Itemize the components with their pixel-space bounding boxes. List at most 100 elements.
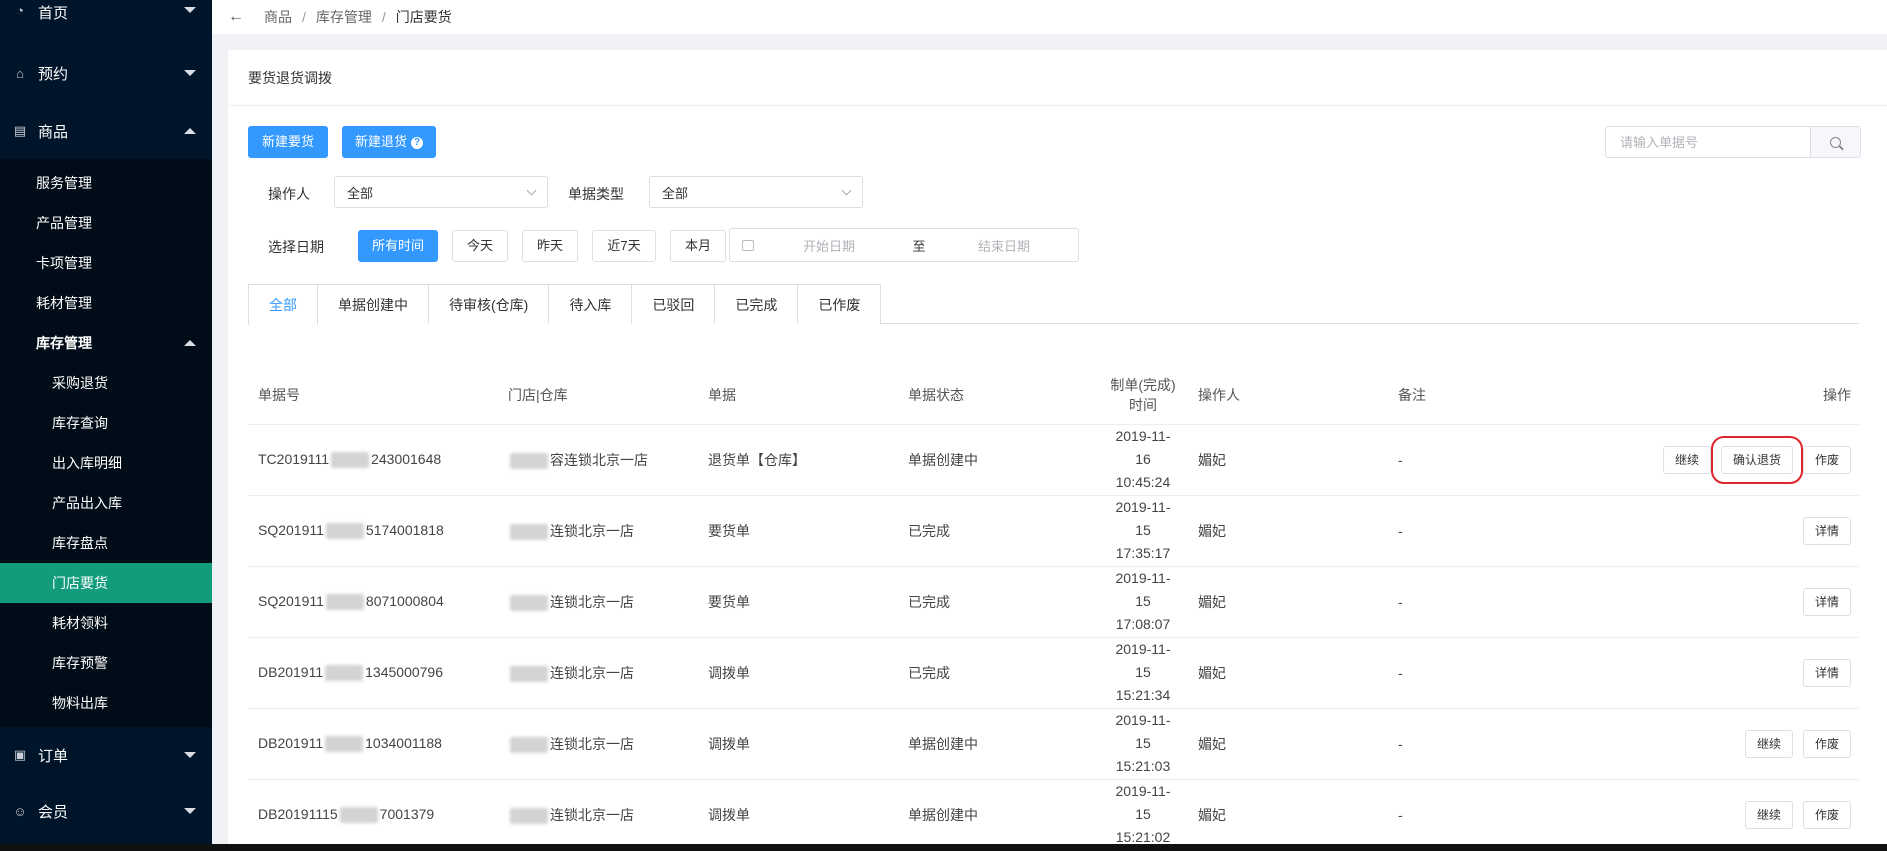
date-all-button[interactable]: 所有时间	[358, 230, 438, 262]
date-yesterday-button[interactable]: 昨天	[522, 230, 578, 262]
sidebar-item-stock-alert[interactable]: 库存预警	[0, 643, 212, 683]
void-button[interactable]: 作废	[1802, 445, 1851, 474]
cell-time: 2019-11-15 17:08:07	[1098, 566, 1188, 638]
cell-remark: -	[1388, 495, 1568, 567]
home-icon: ⌂	[16, 65, 24, 81]
search-button[interactable]	[1810, 127, 1860, 157]
date-month-button[interactable]: 本月	[670, 230, 726, 262]
cell-clock: 17:35:17	[1115, 545, 1171, 561]
tab-rejected[interactable]: 已驳回	[632, 284, 716, 324]
cell-remark: -	[1388, 708, 1568, 780]
confirm-return-button[interactable]: 确认退货	[1710, 435, 1803, 484]
breadcrumb-goods[interactable]: 商品	[264, 7, 292, 27]
cell-doc: 调拨单	[698, 708, 898, 780]
cell-date: 2019-11-15	[1115, 641, 1171, 680]
cell-store: 容连锁北京一店	[498, 424, 698, 496]
cell-operator: 媚妃	[1188, 424, 1388, 496]
chevron-down-icon	[841, 185, 852, 195]
search-input[interactable]	[1606, 127, 1810, 157]
nav-booking[interactable]: ⌂ 预约	[0, 45, 212, 101]
breadcrumb-stock[interactable]: 库存管理	[316, 7, 372, 27]
sidebar-item-purchase-return[interactable]: 采购退货	[0, 363, 212, 403]
date-today-button[interactable]: 今天	[452, 230, 508, 262]
tab-completed[interactable]: 已完成	[715, 284, 799, 324]
doc-no-suffix: 7001379	[379, 805, 435, 822]
continue-button[interactable]: 继续	[1744, 800, 1793, 829]
nav-home[interactable]: ◔ 首页	[0, 0, 212, 24]
cell-date: 2019-11-15	[1115, 499, 1171, 538]
start-date-input[interactable]: 开始日期	[754, 236, 904, 255]
page-title: 要货退货调拨	[228, 50, 1887, 106]
new-return-button[interactable]: 新建退货?	[342, 126, 436, 158]
col-time: 制单(完成)时间	[1098, 366, 1188, 425]
breadcrumb: ← 商品 / 库存管理 / 门店要货	[212, 0, 1887, 34]
chevron-down-icon	[526, 185, 537, 195]
date-7days-button[interactable]: 近7天	[592, 230, 656, 262]
cell-operator: 媚妃	[1188, 495, 1388, 567]
calendar-icon	[742, 239, 754, 251]
search-icon	[1830, 136, 1841, 148]
nav-members[interactable]: ☺ 会员	[0, 783, 212, 839]
sidebar-item-material-out[interactable]: 物料出库	[0, 683, 212, 723]
doc-no-suffix: 1345000796	[365, 663, 444, 680]
sidebar-item-card[interactable]: 卡项管理	[0, 243, 212, 283]
new-return-label: 新建退货	[354, 134, 407, 149]
sidebar-item-product[interactable]: 产品管理	[0, 203, 212, 243]
void-button[interactable]: 作废	[1802, 800, 1851, 829]
sidebar-item-stock-query[interactable]: 库存查询	[0, 403, 212, 443]
end-date-input[interactable]: 结束日期	[934, 236, 1074, 255]
date-range-picker[interactable]: 开始日期 至 结束日期	[729, 228, 1079, 262]
table-row: DB201911 1034001188 连锁北京一店 调拨单 单据创建中 2019-11-…	[248, 708, 1859, 780]
store-name: 连锁北京一店	[550, 522, 634, 539]
sidebar-item-inout-detail[interactable]: 出入库明细	[0, 443, 212, 483]
operator-select[interactable]: 全部	[334, 176, 548, 208]
breadcrumb-current: 门店要货	[395, 9, 452, 25]
cell-time: 2019-11-15 17:35:17	[1098, 495, 1188, 567]
void-button[interactable]: 作废	[1802, 729, 1851, 758]
sidebar-item-material-pick[interactable]: 耗材领料	[0, 603, 212, 643]
tab-creating[interactable]: 单据创建中	[318, 284, 429, 324]
status-tabs: 全部 单据创建中 待审核(仓库) 待入库 已驳回 已完成 已作废	[248, 284, 1859, 325]
detail-button[interactable]: 详情	[1802, 516, 1851, 545]
operator-label: 操作人	[268, 186, 310, 202]
tab-all[interactable]: 全部	[248, 284, 318, 325]
chevron-up-icon	[184, 340, 196, 346]
sidebar-item-service[interactable]: 服务管理	[0, 163, 212, 203]
cell-remark: -	[1388, 424, 1568, 496]
detail-button[interactable]: 详情	[1802, 658, 1851, 687]
cell-store: 连锁北京一店	[498, 495, 698, 567]
sidebar-item-stocktake[interactable]: 库存盘点	[0, 523, 212, 563]
nav-goods[interactable]: ▤ 商品	[0, 103, 212, 159]
continue-button[interactable]: 继续	[1662, 445, 1711, 474]
redacted-block	[510, 665, 548, 682]
nav-orders[interactable]: ▣ 订单	[0, 727, 212, 783]
store-name: 容连锁北京一店	[550, 451, 648, 468]
sidebar-item-product-inout[interactable]: 产品出入库	[0, 483, 212, 523]
tab-pending-review[interactable]: 待审核(仓库)	[429, 284, 550, 324]
cell-doc: 调拨单	[698, 637, 898, 709]
redacted-block	[325, 665, 364, 682]
redacted-block	[325, 523, 364, 540]
search-box	[1605, 126, 1861, 158]
sidebar-group-stock[interactable]: 库存管理	[0, 323, 212, 363]
document-icon: ▤	[13, 123, 27, 138]
tab-voided[interactable]: 已作废	[798, 284, 882, 324]
new-request-button[interactable]: 新建要货	[248, 126, 328, 158]
cell-doc-no: DB201911 1345000796	[248, 637, 498, 709]
help-icon[interactable]: ?	[411, 136, 423, 149]
cell-clock: 15:21:03	[1115, 758, 1171, 774]
cell-time: 2019-11-16 10:45:24	[1098, 424, 1188, 496]
redacted-block	[510, 807, 548, 824]
detail-button[interactable]: 详情	[1802, 587, 1851, 616]
cell-date: 2019-11-15	[1115, 570, 1171, 609]
continue-button[interactable]: 继续	[1744, 729, 1793, 758]
cell-clock: 15:21:34	[1115, 687, 1171, 703]
back-arrow-icon[interactable]: ←	[228, 8, 244, 26]
sidebar-item-consumables[interactable]: 耗材管理	[0, 283, 212, 323]
taskbar-edge	[0, 844, 1887, 851]
cell-actions: 详情	[1568, 637, 1859, 709]
sidebar-item-store-request[interactable]: 门店要货	[0, 563, 212, 603]
tab-pending-inbound[interactable]: 待入库	[549, 284, 633, 324]
doc-type-select[interactable]: 全部	[649, 176, 863, 208]
cell-status: 已完成	[898, 566, 1098, 638]
